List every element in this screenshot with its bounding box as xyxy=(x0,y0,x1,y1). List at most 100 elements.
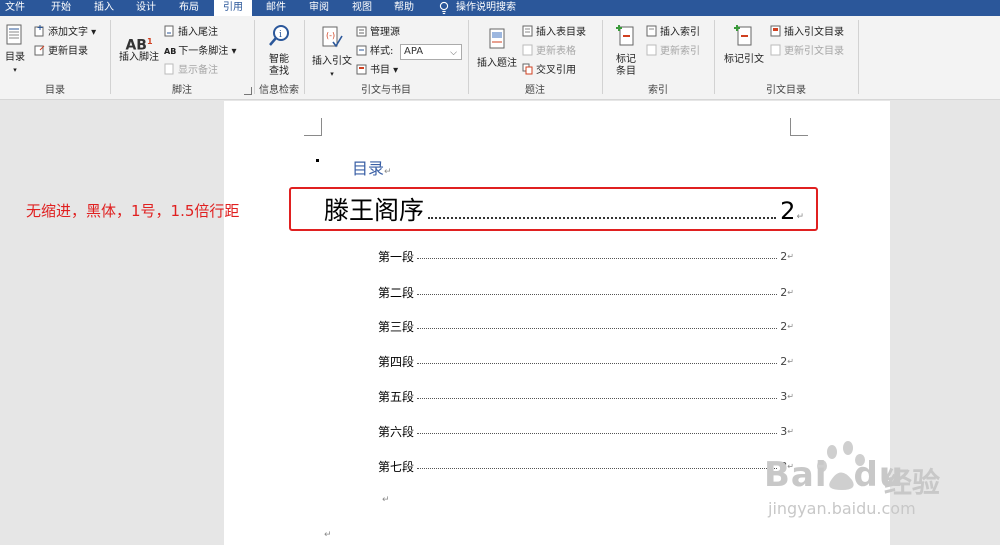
toc-entry-page: 2 xyxy=(780,319,788,333)
bibliography-icon xyxy=(356,64,367,75)
svg-text:i: i xyxy=(279,30,282,40)
smart-lookup-button[interactable]: i 智能 查找 xyxy=(260,24,298,78)
toc-title-page: 2 xyxy=(780,197,796,225)
table-of-contents-icon xyxy=(6,24,22,45)
svg-text:(-): (-) xyxy=(326,31,335,40)
toc-entry[interactable]: 第五段 3 ↵ xyxy=(378,388,794,404)
tab-mailings[interactable]: 邮件 xyxy=(258,0,294,16)
tab-insert[interactable]: 插入 xyxy=(86,0,122,16)
toc-heading[interactable]: 目录↵ xyxy=(352,158,392,183)
insert-index-button[interactable]: 插入索引 xyxy=(646,25,700,41)
search-icon: i xyxy=(269,25,289,46)
tab-view[interactable]: 视图 xyxy=(344,0,380,16)
add-text-button[interactable]: 添加文字 ▾ xyxy=(34,25,96,41)
mark-entry-button[interactable]: 标记 条目 xyxy=(608,24,644,78)
tell-me-search[interactable]: 操作说明搜索 xyxy=(456,0,526,16)
insert-endnote-button[interactable]: 插入尾注 xyxy=(164,25,218,41)
mark-entry-icon xyxy=(616,25,634,46)
update-table-icon xyxy=(34,45,45,56)
tab-leader xyxy=(417,362,778,364)
cross-reference-button[interactable]: 交叉引用 xyxy=(522,63,576,79)
tab-leader xyxy=(417,397,778,399)
mark-citation-button[interactable]: 标记引文 xyxy=(720,24,768,66)
ribbon: 目录 ▾ 添加文字 ▾ 更新目录 目录 AB1 插入脚注 插入尾注 AB 下一条脚… xyxy=(0,16,1000,100)
toc-entry[interactable]: 第七段 3 ↵ xyxy=(378,458,794,474)
toc-entry[interactable]: 第二段 2 ↵ xyxy=(378,284,794,300)
insert-index-icon xyxy=(646,25,657,37)
tab-design[interactable]: 设计 xyxy=(128,0,164,16)
manage-sources-button[interactable]: 管理源 xyxy=(356,25,400,41)
toc-entry-page: 3 xyxy=(780,389,788,403)
update-toa-icon xyxy=(770,44,781,56)
tab-layout[interactable]: 布局 xyxy=(170,0,208,16)
paragraph-mark: ↵ xyxy=(787,251,794,261)
paragraph-mark: ↵ xyxy=(787,356,794,366)
paragraph-mark: ↵ xyxy=(324,530,332,540)
tab-leader xyxy=(417,432,778,434)
paragraph-mark: ↵ xyxy=(796,212,804,222)
toc-entry-page: 2 xyxy=(780,249,788,263)
insert-citation-icon: (-) xyxy=(322,26,343,48)
insert-footnote-button[interactable]: AB1 插入脚注 xyxy=(116,32,162,64)
update-index-button[interactable]: 更新索引 xyxy=(646,44,700,60)
update-toc-button[interactable]: 更新目录 xyxy=(34,44,88,60)
toc-entry-text: 第五段 xyxy=(378,389,415,404)
tab-help[interactable]: 帮助 xyxy=(386,0,422,16)
paragraph-mark: ↵ xyxy=(787,391,794,401)
group-divider xyxy=(858,20,859,94)
group-divider xyxy=(304,20,305,94)
tab-references[interactable]: 引用 xyxy=(214,0,252,16)
toc-button[interactable]: 目录 ▾ xyxy=(2,24,28,76)
watermark-cn: 经验 xyxy=(884,466,941,499)
toc-button-label: 目录 xyxy=(5,52,25,63)
dialog-launcher-icon[interactable] xyxy=(244,87,252,95)
insert-toa-button[interactable]: 插入引文目录 xyxy=(770,25,844,41)
paragraph-mark: ↵ xyxy=(787,321,794,331)
group-divider xyxy=(468,20,469,94)
chevron-down-icon: ▾ xyxy=(330,70,334,78)
toc-entry-text: 第四段 xyxy=(378,354,415,369)
toc-entry[interactable]: 第一段 2 ↵ xyxy=(378,248,794,264)
ribbon-tab-bar: 文件 开始 插入 设计 布局 引用 邮件 审阅 视图 帮助 操作说明搜索 xyxy=(0,0,1000,16)
style-label: 样式: xyxy=(356,44,393,60)
paragraph-mark: ↵ xyxy=(382,495,390,505)
bibliography-button[interactable]: 书目 ▾ xyxy=(356,63,398,79)
group-label-citations: 引文与书目 xyxy=(361,85,411,96)
toc-entry[interactable]: 第六段 3 ↵ xyxy=(378,423,794,439)
insert-table-of-figures-button[interactable]: 插入表目录 xyxy=(522,25,586,41)
next-footnote-button[interactable]: AB 下一条脚注 ▾ xyxy=(164,44,237,60)
toc-entry[interactable]: 第四段 2 ↵ xyxy=(378,353,794,369)
update-table-button[interactable]: 更新表格 xyxy=(522,44,576,60)
update-toa-button[interactable]: 更新引文目录 xyxy=(770,44,844,60)
toc-entry[interactable]: 第三段 2 ↵ xyxy=(378,318,794,334)
toc-entry-page: 2 xyxy=(780,285,788,299)
tab-file[interactable]: 文件 xyxy=(0,0,30,16)
mark-citation-icon xyxy=(734,25,752,46)
crop-mark-top-right xyxy=(790,118,808,136)
toc-entry-page: 2 xyxy=(780,354,788,368)
show-notes-button[interactable]: 显示备注 xyxy=(164,63,218,79)
insert-citation-button[interactable]: (-) 插入引文 ▾ xyxy=(310,26,354,80)
citation-style-dropdown[interactable]: APA ⌵ xyxy=(400,44,462,60)
endnote-icon xyxy=(164,25,174,37)
style-icon xyxy=(356,45,367,56)
tab-home[interactable]: 开始 xyxy=(42,0,80,16)
tab-leader xyxy=(417,467,778,469)
update-index-icon xyxy=(646,44,657,56)
insert-caption-button[interactable]: 插入题注 xyxy=(474,28,520,70)
tab-review[interactable]: 审阅 xyxy=(300,0,338,16)
group-divider xyxy=(714,20,715,94)
paragraph-mark: ↵ xyxy=(787,426,794,436)
table-of-figures-icon xyxy=(522,25,533,37)
toc-entry-text: 第一段 xyxy=(378,249,415,264)
watermark-url: jingyan.baidu.com xyxy=(768,499,916,518)
group-label-toc: 目录 xyxy=(45,85,65,96)
tab-leader xyxy=(417,327,778,329)
paragraph-mark: ↵ xyxy=(787,287,794,297)
group-divider xyxy=(110,20,111,94)
toc-title-entry[interactable]: 滕王阁序 2 ↵ xyxy=(324,194,804,228)
group-label-research: 信息检索 xyxy=(259,85,299,96)
insert-caption-icon xyxy=(489,28,505,49)
cross-reference-icon xyxy=(522,63,533,75)
tab-leader xyxy=(417,293,778,295)
